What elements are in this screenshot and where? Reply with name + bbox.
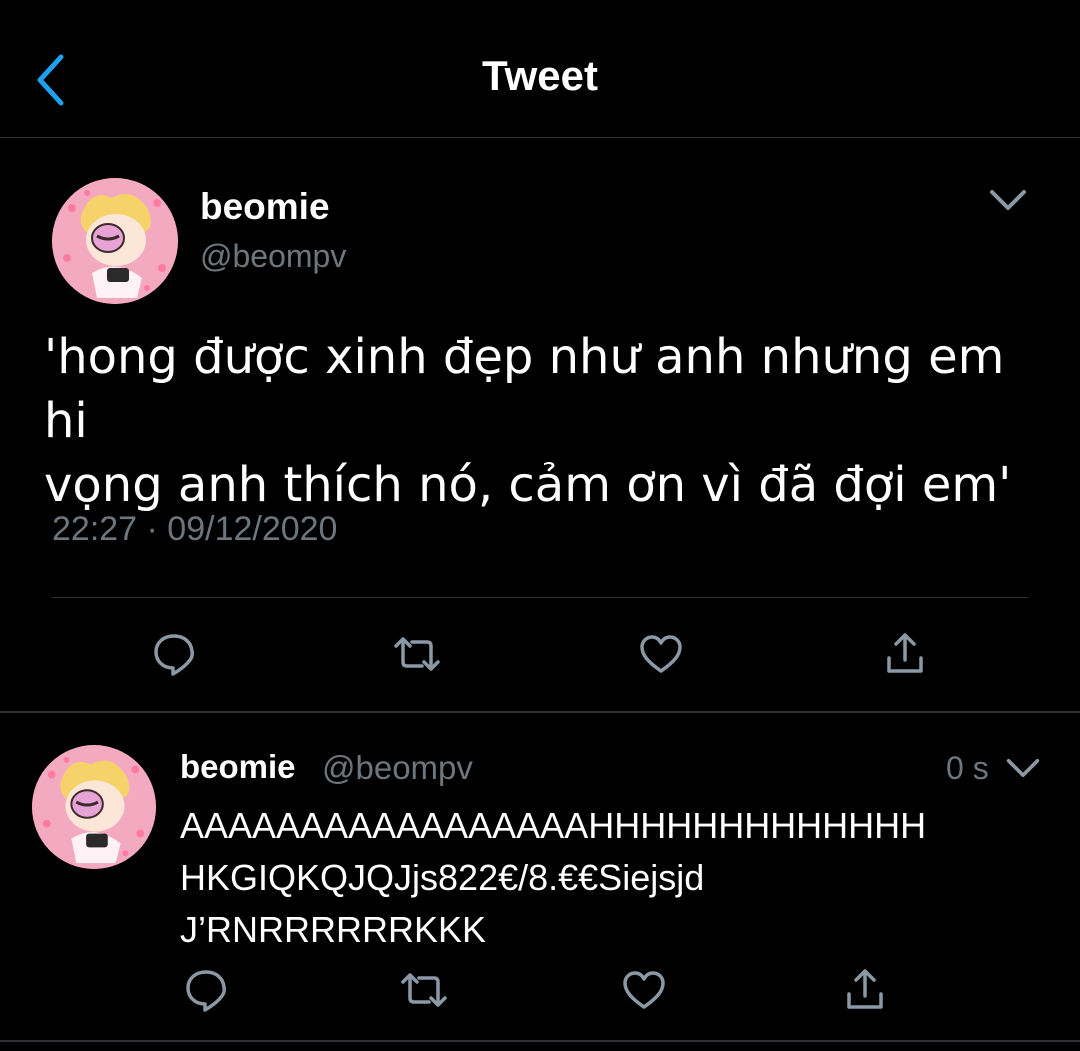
reply-reply-button[interactable]: [178, 962, 234, 1018]
author-handle[interactable]: @beompv: [200, 238, 346, 275]
reply-timestamp: 0 s: [946, 750, 989, 786]
comment-bubble-icon: [154, 634, 194, 676]
avatar-illustration-icon: [32, 745, 156, 869]
section-divider: [0, 711, 1080, 713]
reply-text-line: J’RNRRRRRRKKK: [180, 909, 487, 950]
retweet-icon: [394, 637, 440, 671]
chevron-down-icon: [990, 190, 1026, 210]
page-title: Tweet: [482, 52, 598, 99]
share-icon: [887, 633, 923, 673]
bottom-divider: [0, 1040, 1080, 1042]
reply-text-line: AAAAAAAAAAAAAAAAAHHHHHHHHHHHHH: [180, 805, 927, 846]
reply-more-options-button[interactable]: [1003, 750, 1043, 786]
tweet-text: 'hong được xinh đẹp như anh nhưng em hi …: [44, 325, 1054, 517]
avatar-illustration-icon: [52, 178, 178, 304]
retweet-button[interactable]: [389, 626, 445, 682]
divider: [52, 597, 1028, 598]
reply-text-line: HKGIQKQJQJjs822€/8.€€Siejsjd: [180, 857, 705, 898]
reply-avatar[interactable]: [32, 745, 156, 869]
reply-button[interactable]: [146, 626, 202, 682]
reply-author-name[interactable]: beomie: [180, 748, 296, 786]
top-app-bar: Tweet: [0, 0, 1080, 138]
like-button[interactable]: [633, 626, 689, 682]
avatar[interactable]: [52, 178, 178, 304]
reply-author-handle[interactable]: @beompv: [322, 749, 473, 787]
more-options-button[interactable]: [984, 180, 1032, 220]
author-name[interactable]: beomie: [200, 186, 330, 228]
retweet-icon: [401, 973, 447, 1007]
tweet-timestamp: 22:27 · 09/12/2020: [52, 510, 338, 548]
tweet-detail-screen: Tweet beomie @beompv 'hong được xinh đẹp…: [0, 0, 1080, 1051]
heart-icon: [640, 635, 682, 673]
chevron-down-icon: [1006, 759, 1040, 777]
reply-share-button[interactable]: [837, 962, 893, 1018]
share-button[interactable]: [877, 626, 933, 682]
tweet-text-line: 'hong được xinh đẹp như anh nhưng em hi: [44, 329, 1005, 449]
comment-bubble-icon: [186, 970, 226, 1012]
reply-retweet-button[interactable]: [396, 962, 452, 1018]
reply-like-button[interactable]: [616, 962, 672, 1018]
share-icon: [847, 969, 883, 1009]
heart-icon: [623, 971, 665, 1009]
reply-text: AAAAAAAAAAAAAAAAAHHHHHHHHHHHHH HKGIQKQJQ…: [180, 800, 1060, 956]
tweet-text-line: vọng anh thích nó, cảm ơn vì đã đợi em': [44, 457, 1012, 513]
